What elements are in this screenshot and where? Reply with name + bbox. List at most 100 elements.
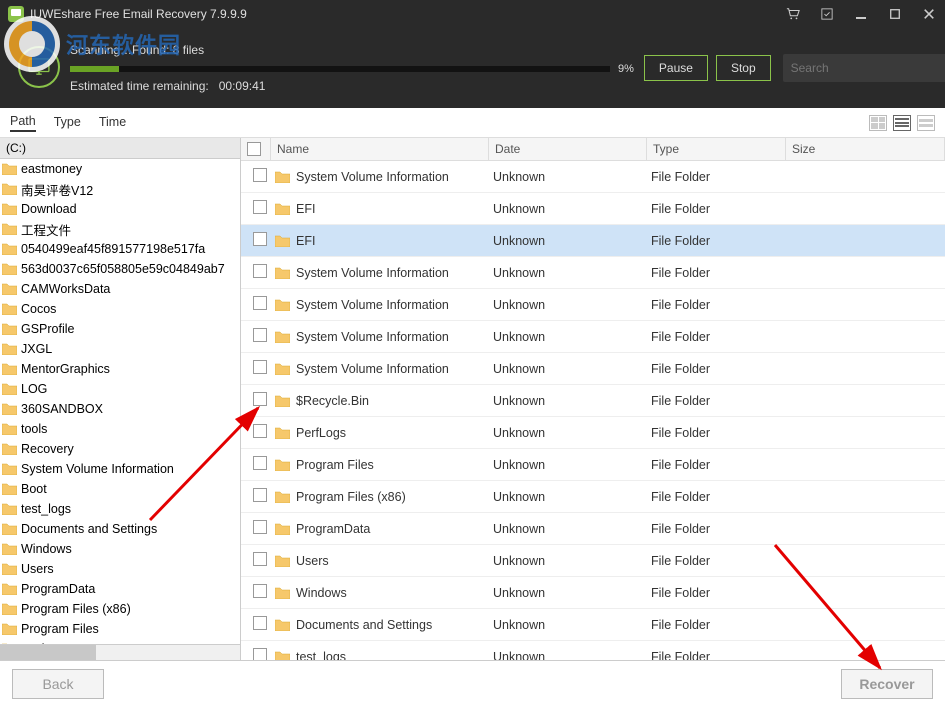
select-all-checkbox[interactable] xyxy=(247,142,261,156)
column-name[interactable]: Name xyxy=(271,138,489,160)
tree-item[interactable]: Cocos xyxy=(0,299,240,319)
file-row[interactable]: System Volume InformationUnknownFile Fol… xyxy=(241,289,945,321)
tree-item[interactable]: Recovery xyxy=(0,439,240,459)
tree-item[interactable]: Users xyxy=(0,559,240,579)
stop-button[interactable]: Stop xyxy=(716,55,771,81)
column-date[interactable]: Date xyxy=(489,138,647,160)
tree-item[interactable]: Program Files xyxy=(0,619,240,639)
maximize-icon[interactable] xyxy=(887,6,903,22)
minimize-icon[interactable] xyxy=(853,6,869,22)
recover-button[interactable]: Recover xyxy=(841,669,933,699)
tree-item[interactable]: 工程文件 xyxy=(0,219,240,239)
tree-item[interactable]: LOG xyxy=(0,379,240,399)
tree-item-label: test_logs xyxy=(21,502,71,516)
tree-item[interactable]: Boot xyxy=(0,479,240,499)
row-checkbox[interactable] xyxy=(253,232,267,246)
pause-button[interactable]: Pause xyxy=(644,55,708,81)
tree-item[interactable]: Windows xyxy=(0,539,240,559)
view-grid-icon[interactable] xyxy=(869,115,887,131)
file-name: Windows xyxy=(296,586,347,600)
column-size[interactable]: Size xyxy=(786,138,945,160)
back-button[interactable]: Back xyxy=(12,669,104,699)
file-row[interactable]: ProgramDataUnknownFile Folder xyxy=(241,513,945,545)
file-row[interactable]: UsersUnknownFile Folder xyxy=(241,545,945,577)
app-title: IUWEshare Free Email Recovery 7.9.9.9 xyxy=(30,7,785,21)
file-row[interactable]: System Volume InformationUnknownFile Fol… xyxy=(241,161,945,193)
file-row[interactable]: System Volume InformationUnknownFile Fol… xyxy=(241,353,945,385)
row-checkbox[interactable] xyxy=(253,424,267,438)
file-row[interactable]: System Volume InformationUnknownFile Fol… xyxy=(241,321,945,353)
file-date: Unknown xyxy=(493,458,651,472)
row-checkbox[interactable] xyxy=(253,520,267,534)
tree-item[interactable]: System Volume Information xyxy=(0,459,240,479)
tree-item-label: Program Files xyxy=(21,622,99,636)
row-checkbox[interactable] xyxy=(253,328,267,342)
tab-type[interactable]: Type xyxy=(54,115,81,131)
tree-item[interactable]: GSProfile xyxy=(0,319,240,339)
tree-item-label: CAMWorksData xyxy=(21,282,110,296)
row-checkbox[interactable] xyxy=(253,200,267,214)
tree-item-label: Recovery xyxy=(21,442,74,456)
tree-item[interactable]: MentorGraphics xyxy=(0,359,240,379)
folder-icon xyxy=(2,563,17,575)
file-row[interactable]: EFIUnknownFile Folder xyxy=(241,225,945,257)
tab-path[interactable]: Path xyxy=(10,114,36,132)
tree-item[interactable]: CAMWorksData xyxy=(0,279,240,299)
tree-item[interactable]: 563d0037c65f058805e59c04849ab7 xyxy=(0,259,240,279)
tree-item[interactable]: 360SANDBOX xyxy=(0,399,240,419)
row-checkbox[interactable] xyxy=(253,264,267,278)
file-name: test_logs xyxy=(296,650,346,661)
file-row[interactable]: PerfLogsUnknownFile Folder xyxy=(241,417,945,449)
row-checkbox[interactable] xyxy=(253,584,267,598)
tree-h-scrollbar[interactable] xyxy=(0,644,240,660)
maximize-alt-icon[interactable] xyxy=(819,6,835,22)
tree-item[interactable]: Program Files (x86) xyxy=(0,599,240,619)
file-row[interactable]: System Volume InformationUnknownFile Fol… xyxy=(241,257,945,289)
row-checkbox[interactable] xyxy=(253,456,267,470)
file-name: ProgramData xyxy=(296,522,370,536)
tree-item[interactable]: test_logs xyxy=(0,499,240,519)
column-type[interactable]: Type xyxy=(647,138,786,160)
tree-item[interactable]: tools xyxy=(0,419,240,439)
row-checkbox[interactable] xyxy=(253,648,267,660)
file-date: Unknown xyxy=(493,554,651,568)
view-list-icon[interactable] xyxy=(893,115,911,131)
file-type: File Folder xyxy=(651,458,790,472)
tree-item[interactable]: 南昊评卷V12 xyxy=(0,179,240,199)
folder-icon xyxy=(2,283,17,295)
progress-bar xyxy=(70,66,610,72)
tree-item[interactable]: JXGL xyxy=(0,339,240,359)
file-row[interactable]: WindowsUnknownFile Folder xyxy=(241,577,945,609)
file-row[interactable]: test_logsUnknownFile Folder xyxy=(241,641,945,660)
file-date: Unknown xyxy=(493,618,651,632)
tree-item[interactable]: Documents and Settings xyxy=(0,519,240,539)
folder-icon xyxy=(2,523,17,535)
row-checkbox[interactable] xyxy=(253,488,267,502)
search-box[interactable] xyxy=(783,54,945,82)
row-checkbox[interactable] xyxy=(253,296,267,310)
file-row[interactable]: Program Files (x86)UnknownFile Folder xyxy=(241,481,945,513)
tree-item[interactable]: eastmoney xyxy=(0,159,240,179)
row-checkbox[interactable] xyxy=(253,552,267,566)
row-checkbox[interactable] xyxy=(253,616,267,630)
file-type: File Folder xyxy=(651,426,790,440)
tab-time[interactable]: Time xyxy=(99,115,126,131)
tree-item[interactable]: 0540499eaf45f891577198e517fa xyxy=(0,239,240,259)
tree-item[interactable]: ProgramData xyxy=(0,579,240,599)
search-input[interactable] xyxy=(791,61,945,75)
file-row[interactable]: EFIUnknownFile Folder xyxy=(241,193,945,225)
file-row[interactable]: $Recycle.BinUnknownFile Folder xyxy=(241,385,945,417)
file-date: Unknown xyxy=(493,586,651,600)
cart-icon[interactable] xyxy=(785,6,801,22)
row-checkbox[interactable] xyxy=(253,392,267,406)
tree-item[interactable]: Download xyxy=(0,199,240,219)
tree-root[interactable]: (C:) xyxy=(0,138,240,159)
file-row[interactable]: Documents and SettingsUnknownFile Folder xyxy=(241,609,945,641)
view-thumb-icon[interactable] xyxy=(917,115,935,131)
file-row[interactable]: Program FilesUnknownFile Folder xyxy=(241,449,945,481)
tree-item-label: 南昊评卷V12 xyxy=(21,180,93,199)
row-checkbox[interactable] xyxy=(253,168,267,182)
file-name: System Volume Information xyxy=(296,170,449,184)
close-icon[interactable] xyxy=(921,6,937,22)
row-checkbox[interactable] xyxy=(253,360,267,374)
